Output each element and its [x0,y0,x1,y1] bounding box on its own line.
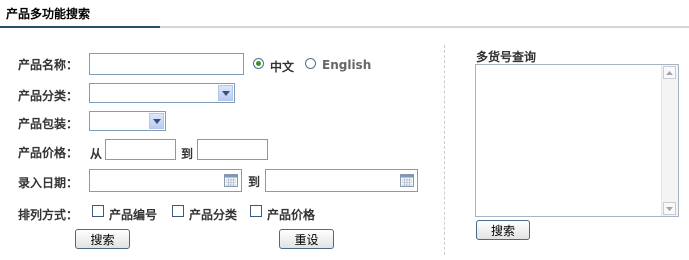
name-label: 产品名称： [18,58,79,72]
radio-chinese[interactable] [253,58,264,69]
sort-category-checkbox[interactable] [172,205,184,217]
scroll-down-icon[interactable] [663,202,676,215]
package-label: 产品包装： [18,117,79,131]
scroll-up-icon[interactable] [663,66,676,79]
multi-search-title: 多货号查询 [476,50,537,64]
price-max-input[interactable] [197,139,268,160]
category-select[interactable] [89,83,235,103]
lang-chinese-label: 中文 [270,60,295,74]
product-name-input[interactable] [89,53,244,75]
date-start-input[interactable] [89,169,242,192]
price-to-label: 到 [181,147,194,161]
column-divider [444,45,445,255]
category-label: 产品分类： [18,89,79,103]
page-title: 产品多功能搜索 [6,7,91,21]
search-button[interactable]: 搜索 [75,229,130,249]
calendar-icon[interactable] [400,174,414,187]
date-label: 录入日期： [18,176,79,190]
sort-price-checkbox[interactable] [250,205,262,217]
radio-english[interactable] [305,58,316,69]
calendar-icon[interactable] [224,174,238,187]
price-min-input[interactable] [105,139,176,160]
chevron-down-icon[interactable] [149,113,164,129]
sort-code-checkbox[interactable] [92,205,104,217]
chevron-down-icon[interactable] [218,85,233,101]
lang-english-label: English [322,58,372,72]
date-end-input[interactable] [265,169,418,192]
sort-category-label: 产品分类 [189,208,238,222]
reset-button[interactable]: 重设 [279,229,334,249]
title-accent-bar [0,26,160,28]
date-to-label: 到 [248,175,261,189]
sort-price-label: 产品价格 [267,208,316,222]
price-label: 产品价格： [18,146,79,160]
multi-search-button[interactable]: 搜索 [476,220,530,240]
radio-selected-icon [256,61,261,66]
multi-item-textarea[interactable] [475,64,679,217]
sort-label: 排列方式： [18,208,79,222]
package-select[interactable] [89,111,166,131]
price-from-label: 从 [90,147,103,161]
sort-code-label: 产品编号 [109,208,158,222]
textarea-scrollbar[interactable] [661,65,678,216]
